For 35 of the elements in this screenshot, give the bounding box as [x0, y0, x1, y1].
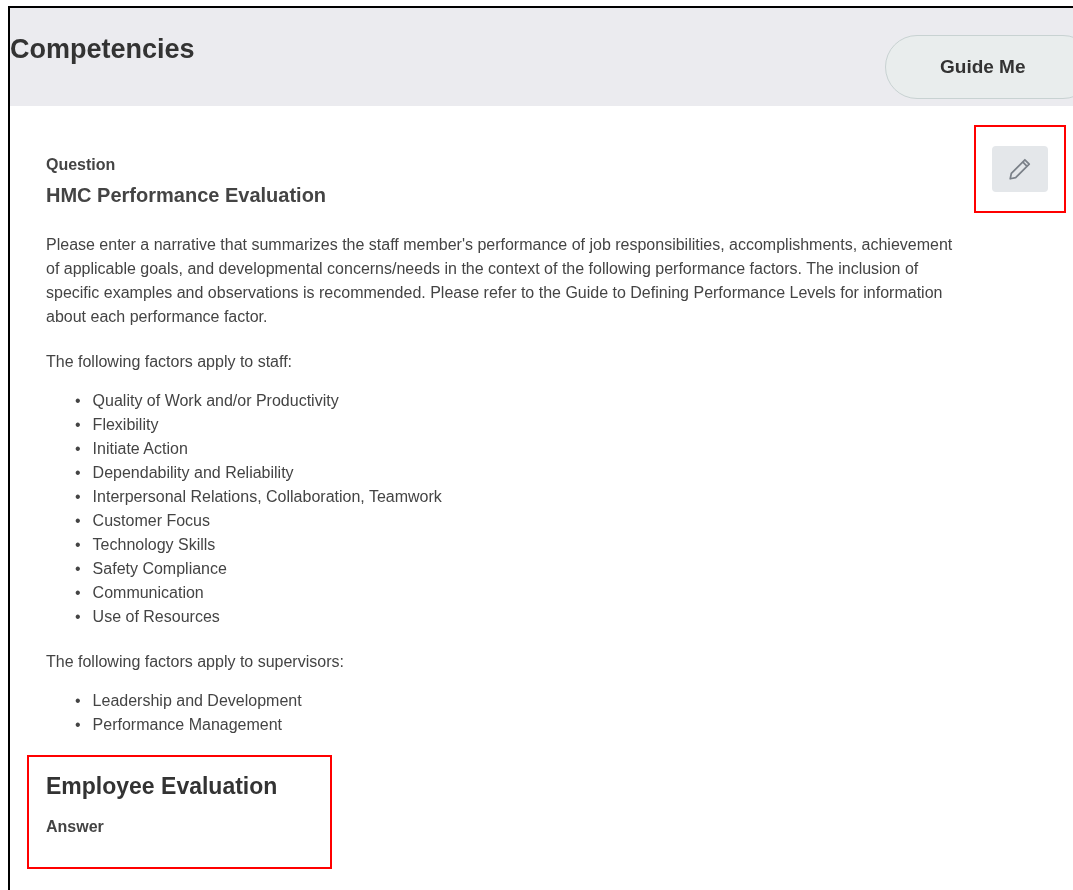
- bullet-marker: •: [75, 583, 81, 603]
- bullet-marker: •: [75, 391, 81, 411]
- bullet-marker: •: [75, 691, 81, 711]
- factors-intro: The following factors apply to staff:: [46, 353, 293, 371]
- section-title: Employee Evaluation: [46, 773, 279, 800]
- factor-item: Flexibility: [92, 415, 159, 435]
- bullet-marker: •: [75, 535, 81, 555]
- factor-item: Quality of Work and/or Productivity: [92, 391, 339, 411]
- answer-label: Answer: [46, 818, 105, 836]
- question-title: HMC Performance Evaluation: [46, 184, 327, 207]
- bullet-marker: •: [75, 439, 81, 459]
- factor-item: Interpersonal Relations, Collaboration, Teamwork: [92, 487, 442, 507]
- narrative-text: Please enter a narrative that summarizes the staff member's performance of job responsibilities, accomplishments, achievement of applicable goals, and developmental concerns/needs in the context of the following performance factors. The inclusion of specific examples and observations is recommended. Please refer to the Guide to Defining Performance Levels for information about each performance factor.: [46, 235, 954, 327]
- factor-item: Use of Resources: [92, 607, 220, 627]
- page-title: Competencies: [10, 34, 195, 65]
- factor-item: Leadership and Development: [92, 691, 302, 711]
- factor-item: Technology Skills: [92, 535, 216, 555]
- factor-item: Dependability and Reliability: [92, 463, 294, 483]
- bullet-marker: •: [75, 511, 81, 531]
- factor-item: Communication: [92, 583, 204, 603]
- bullet-marker: •: [75, 607, 81, 627]
- question-label: Question: [46, 156, 116, 174]
- bullet-marker: •: [75, 559, 81, 579]
- edit-button[interactable]: [992, 146, 1048, 192]
- bullet-marker: •: [75, 415, 81, 435]
- factor-item: Customer Focus: [92, 511, 210, 531]
- bullet-marker: •: [75, 715, 81, 735]
- factor-item: Performance Management: [92, 715, 283, 735]
- guide-me-button[interactable]: Guide Me: [885, 35, 1073, 99]
- factor-item: Initiate Action: [92, 439, 188, 459]
- factors-intro: The following factors apply to supervisors:: [46, 653, 344, 671]
- pencil-icon: [1007, 156, 1033, 182]
- bullet-marker: •: [75, 487, 81, 507]
- factor-item: Safety Compliance: [92, 559, 227, 579]
- bullet-marker: •: [75, 463, 81, 483]
